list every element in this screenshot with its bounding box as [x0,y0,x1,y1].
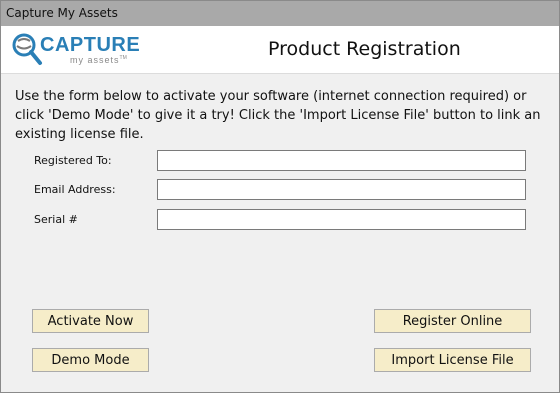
logo-capture-text: CAPTURE [40,34,141,56]
register-online-button[interactable]: Register Online [374,309,531,333]
logo-trademark: TM [119,55,127,61]
serial-field[interactable] [157,209,526,230]
logo-my-assets-text: my assets [70,55,120,65]
email-address-field[interactable] [157,179,526,200]
registered-to-field[interactable] [157,150,526,171]
registration-window: Capture My Assets CAPTURE my assetsTM Pr… [0,0,560,393]
window-title: Capture My Assets [6,6,118,20]
registered-to-label: Registered To: [34,154,112,167]
title-bar: Capture My Assets [1,1,559,26]
activate-now-button[interactable]: Activate Now [32,309,149,333]
import-license-file-button[interactable]: Import License File [374,348,531,372]
serial-label: Serial # [34,213,78,226]
capture-my-assets-logo: CAPTURE my assetsTM [10,31,140,69]
intro-text: Use the form below to activate your soft… [15,89,541,142]
logo-bottom-text: my assetsTM [70,55,127,65]
email-address-label: Email Address: [34,183,116,196]
header-banner: CAPTURE my assetsTM Product Registration [1,26,559,74]
magnifier-lens-icon [12,33,42,65]
page-title: Product Registration [268,38,461,60]
logo-top-text: CAPTURE [40,34,140,57]
demo-mode-button[interactable]: Demo Mode [32,348,149,372]
